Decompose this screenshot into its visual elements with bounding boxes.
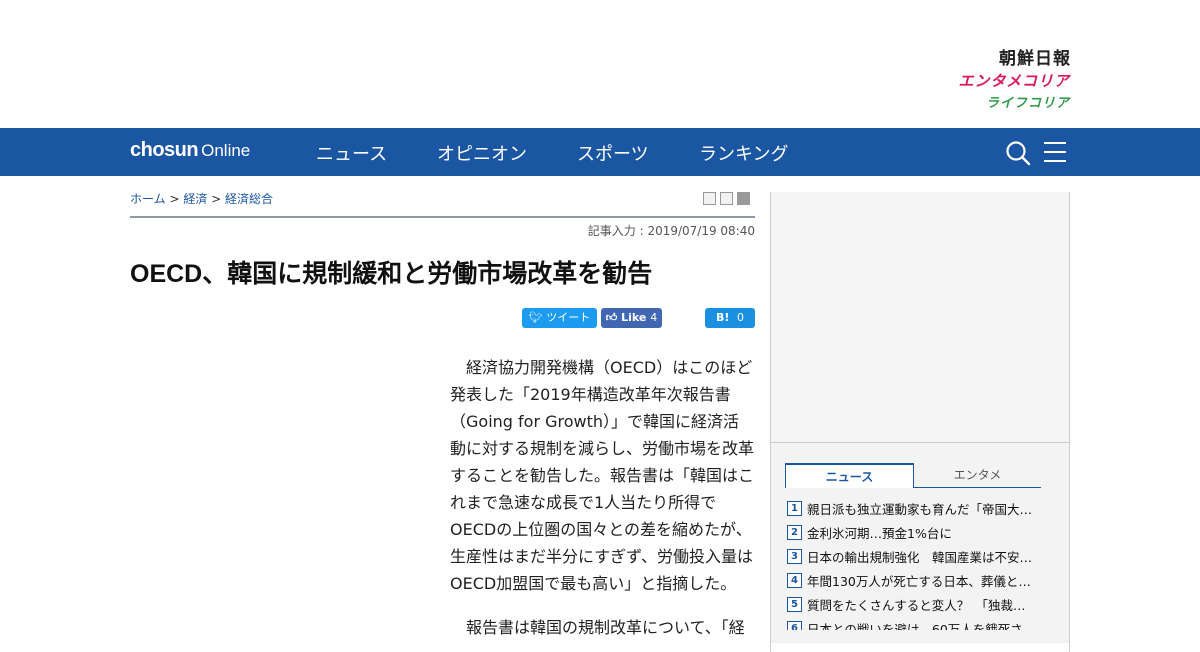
- like-count: 4: [650, 311, 658, 324]
- breadcrumb-economy[interactable]: 経済: [183, 192, 207, 206]
- sidebar-ad-area: [771, 192, 1069, 443]
- ranking-item[interactable]: 5 質問をたくさんすると変人？ 「独裁…: [787, 595, 1047, 617]
- thumbs-up-icon: 👍︎: [605, 311, 618, 324]
- twitter-bird-icon: 🐦︎: [528, 311, 543, 324]
- article-paragraph: 経済協力開発機構（OECD）はこのほど発表した「2019年構造改革年次報告書（G…: [450, 358, 755, 593]
- nav-item-ranking[interactable]: ランキング: [699, 140, 788, 166]
- article-tools: [703, 192, 754, 211]
- hamburger-menu-icon[interactable]: [1043, 141, 1067, 163]
- breadcrumb-economy-general[interactable]: 経済総合: [225, 192, 273, 206]
- ranking-item[interactable]: 4 年間130万人が死亡する日本、葬儀と…: [787, 571, 1047, 593]
- enta-korea-logo[interactable]: エンタメコリア: [938, 70, 1070, 91]
- brand-light-text: Online: [201, 141, 251, 160]
- hatena-bookmark-button[interactable]: B! 0: [705, 308, 755, 328]
- rank-number: 3: [787, 549, 802, 564]
- breadcrumb-separator: >: [165, 192, 184, 206]
- like-label: Like: [621, 311, 647, 324]
- tab-entame[interactable]: エンタメ: [914, 463, 1041, 488]
- article-paragraph: 報告書は韓国の規制改革について、「経: [450, 618, 745, 637]
- rank-title: 親日派も独立運動家も育んだ「帝国大…: [807, 502, 1033, 517]
- article-date: 記事入力 : 2019/07/19 08:40: [587, 224, 755, 238]
- rank-number: 5: [787, 597, 802, 612]
- tweet-label: ツイート: [546, 311, 591, 324]
- hatena-count: 0: [737, 311, 745, 324]
- rank-title: 日本の輸出規制強化 韓国産業は不安…: [807, 550, 1033, 565]
- rank-title: 質問をたくさんすると変人？ 「独裁…: [807, 598, 1026, 613]
- breadcrumb-home[interactable]: ホーム: [130, 192, 166, 206]
- rank-title: 日本との戦いを避け 60万人を餓死さ…: [807, 622, 1036, 630]
- life-korea-logo[interactable]: ライフコリア: [960, 92, 1070, 111]
- chosun-ilbo-logo[interactable]: 朝鮮日報: [985, 44, 1071, 69]
- breadcrumb-separator: >: [207, 192, 226, 206]
- nav-item-opinion[interactable]: オピニオン: [437, 140, 527, 166]
- hatena-label: B!: [715, 311, 730, 324]
- title-divider: [130, 216, 755, 218]
- rank-number: 6: [787, 621, 802, 630]
- rank-title: 金利氷河期…預金1%台に: [807, 526, 952, 541]
- tweet-button[interactable]: 🐦︎ ツイート: [522, 308, 597, 328]
- breadcrumb: ホーム > 経済 > 経済総合: [130, 190, 273, 207]
- chosun-online-logo[interactable]: chosun Online: [130, 139, 250, 162]
- rank-number: 1: [787, 501, 802, 516]
- rank-number: 4: [787, 573, 802, 588]
- rank-title: 年間130万人が死亡する日本、葬儀と…: [807, 574, 1031, 589]
- tab-news[interactable]: ニュース: [785, 463, 914, 488]
- list-icon[interactable]: [720, 192, 733, 205]
- nav-item-news[interactable]: ニュース: [316, 140, 387, 166]
- ranking-item[interactable]: 2 金利氷河期…預金1%台に: [787, 523, 1047, 545]
- facebook-like-button[interactable]: 👍︎ Like 4: [601, 308, 662, 328]
- ranking-item[interactable]: 6 日本との戦いを避け 60万人を餓死さ…: [787, 619, 1047, 630]
- rank-number: 2: [787, 525, 802, 540]
- back-icon[interactable]: [737, 192, 750, 205]
- article-title: OECD、韓国に規制緩和と労働市場改革を勧告: [130, 260, 653, 288]
- brand-bold-text: chosun: [130, 139, 199, 161]
- print-icon[interactable]: [703, 192, 716, 205]
- ranking-item[interactable]: 3 日本の輸出規制強化 韓国産業は不安…: [787, 547, 1047, 569]
- search-icon[interactable]: [1005, 140, 1031, 166]
- ranking-item[interactable]: 1 親日派も独立運動家も育んだ「帝国大…: [787, 499, 1047, 521]
- nav-item-sports[interactable]: スポーツ: [577, 140, 649, 166]
